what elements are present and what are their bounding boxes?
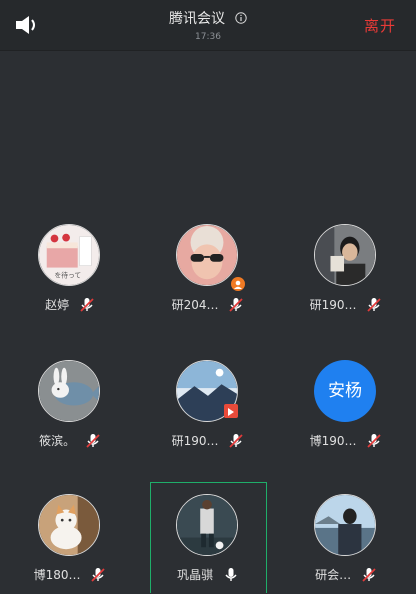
mic-icon xyxy=(225,567,237,581)
participant-name: 博180… xyxy=(33,568,81,582)
participant-tile[interactable]: 安杨 博190… xyxy=(286,360,406,460)
host-icon xyxy=(230,276,246,292)
muted-mic-icon xyxy=(229,433,243,448)
cake-photo-avatar: を待って xyxy=(39,225,99,285)
participant-grid: を待って 赵婷 研204… 研190… 筱滨。 研190… 安杨 博190… 博… xyxy=(0,0,416,593)
participant-label: 巩晶骐 xyxy=(148,566,268,583)
avatar xyxy=(176,224,238,286)
cat-photo-avatar xyxy=(39,495,99,555)
participant-name: 研204… xyxy=(171,298,219,312)
avatar xyxy=(314,224,376,286)
avatar xyxy=(314,494,376,556)
participant-name: 赵婷 xyxy=(45,298,70,312)
participant-label: 筱滨。 xyxy=(10,432,130,449)
avatar xyxy=(176,494,238,556)
muted-mic-icon xyxy=(362,567,376,582)
text-avatar: 安杨 xyxy=(314,360,376,422)
participant-label: 研190… xyxy=(286,296,406,313)
participant-label: 赵婷 xyxy=(10,296,130,313)
coast-photo-avatar xyxy=(315,495,375,555)
muted-mic-icon xyxy=(80,297,94,312)
participant-tile[interactable]: 博180… xyxy=(10,494,130,594)
avatar xyxy=(38,360,100,422)
person-photo-avatar xyxy=(315,225,375,285)
participant-label: 研190… xyxy=(148,432,268,449)
red-tag-icon xyxy=(224,404,238,418)
participant-name: 研190… xyxy=(171,434,219,448)
participant-label: 博190… xyxy=(286,432,406,449)
avatar xyxy=(38,494,100,556)
participant-label: 博180… xyxy=(10,566,130,583)
participant-tile[interactable]: 巩晶骐 xyxy=(148,494,268,594)
participant-name: 筱滨。 xyxy=(39,434,76,448)
rabbit-fish-drawing-avatar xyxy=(39,361,99,421)
avatar: を待って xyxy=(38,224,100,286)
participant-name: 巩晶骐 xyxy=(177,568,214,582)
soccer-photo-avatar xyxy=(177,495,237,555)
participant-tile[interactable]: を待って 赵婷 xyxy=(10,224,130,324)
muted-mic-icon xyxy=(86,433,100,448)
participant-tile[interactable]: 研会… xyxy=(286,494,406,594)
participant-tile[interactable]: 研190… xyxy=(148,360,268,460)
svg-text:を待って: を待って xyxy=(54,270,81,279)
participant-label: 研204… xyxy=(148,296,268,313)
muted-mic-icon xyxy=(367,297,381,312)
participant-name: 研190… xyxy=(309,298,357,312)
muted-mic-icon xyxy=(367,433,381,448)
participant-tile[interactable]: 筱滨。 xyxy=(10,360,130,460)
participant-tile[interactable]: 研204… xyxy=(148,224,268,324)
participant-label: 研会… xyxy=(286,566,406,583)
muted-mic-icon xyxy=(91,567,105,582)
sunglasses-photo-avatar xyxy=(177,225,237,285)
participant-name: 研会… xyxy=(315,568,352,582)
muted-mic-icon xyxy=(229,297,243,312)
participant-tile[interactable]: 研190… xyxy=(286,224,406,324)
participant-name: 博190… xyxy=(309,434,357,448)
